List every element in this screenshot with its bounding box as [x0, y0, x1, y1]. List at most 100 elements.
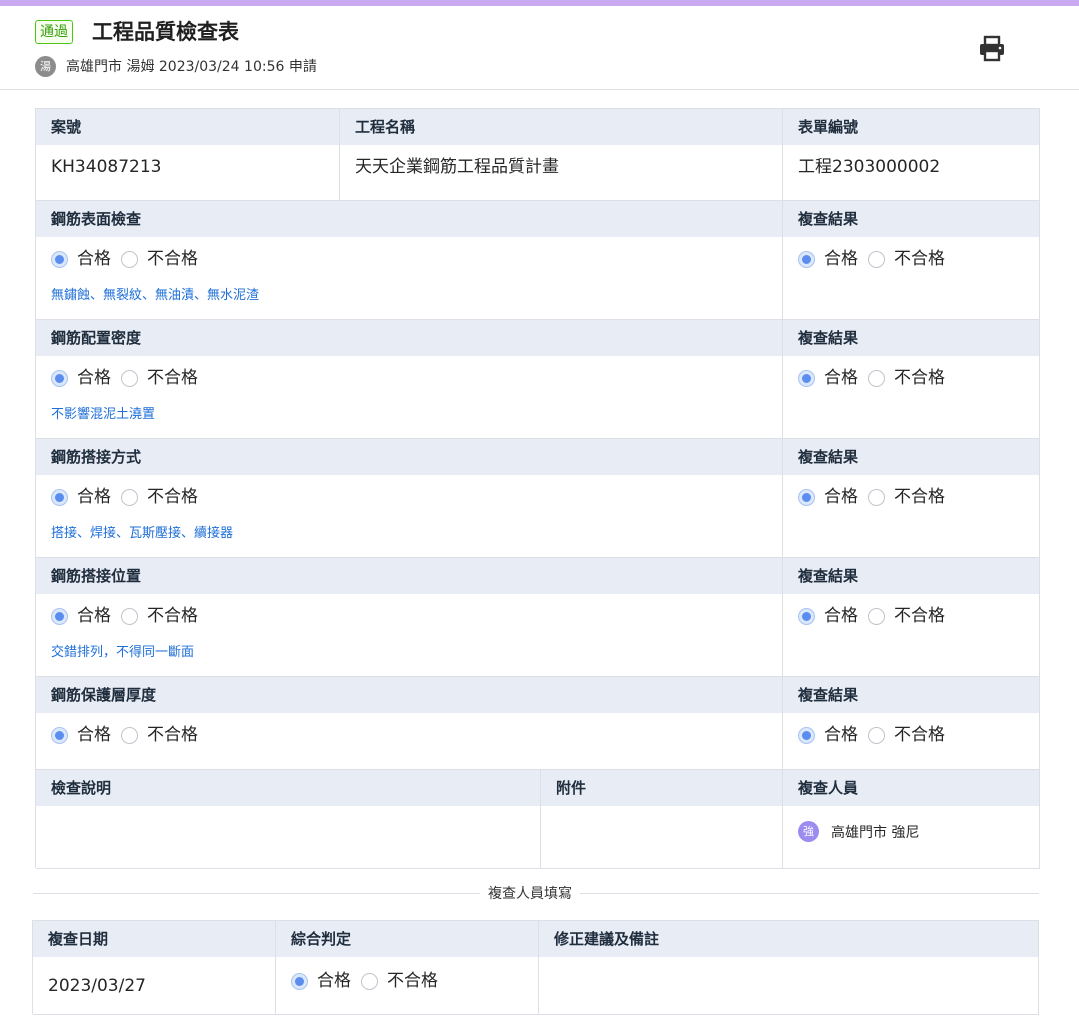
- review-pass-radio[interactable]: 合格: [798, 605, 858, 627]
- description-cell: 檢查說明: [36, 770, 541, 869]
- pass-label: 合格: [77, 725, 111, 745]
- case-no-value: KH34087213: [51, 157, 162, 177]
- printer-icon[interactable]: [976, 34, 1008, 64]
- fail-label: 不合格: [387, 971, 438, 991]
- pass-label: 合格: [77, 368, 111, 388]
- review-label: 複查結果: [783, 677, 1039, 713]
- form-no-label: 表單編號: [783, 109, 1039, 145]
- check-hint: 無鏽蝕、無裂紋、無油漬、無水泥渣: [51, 288, 260, 303]
- radio-checked-icon: [291, 972, 308, 990]
- inspection-table: 案號 KH34087213 工程名稱 天天企業鋼筋工程品質計畫 表單編號 工程2…: [35, 108, 1040, 869]
- review-date-label: 複查日期: [33, 921, 275, 957]
- radio-checked-icon: [798, 250, 815, 268]
- check-item: 鋼筋搭接位置 合格 不合格 交錯排列，不得同一斷面: [36, 558, 783, 677]
- radio-unchecked-icon: [121, 607, 138, 625]
- pass-radio[interactable]: 合格: [51, 486, 111, 508]
- review-radio-group: 合格 不合格: [798, 605, 955, 627]
- reviewer-avatar: 強: [798, 821, 819, 842]
- review-fail-radio[interactable]: 不合格: [868, 248, 945, 270]
- section-divider-label: 複查人員填寫: [480, 884, 580, 904]
- pass-label: 合格: [824, 249, 858, 269]
- reviewer-info: 強 高雄門市 強尼: [798, 821, 919, 842]
- review-label: 複查結果: [783, 439, 1039, 475]
- review-date-value: 2023/03/27: [48, 976, 146, 996]
- fail-label: 不合格: [894, 606, 945, 626]
- review-fail-radio[interactable]: 不合格: [868, 724, 945, 746]
- review-fail-radio[interactable]: 不合格: [868, 486, 945, 508]
- judgement-label: 綜合判定: [276, 921, 538, 957]
- radio-unchecked-icon: [121, 488, 138, 506]
- form-no-value: 工程2303000002: [798, 157, 941, 177]
- review-radio-group: 合格 不合格: [798, 248, 955, 270]
- review-cell: 複查結果 合格 不合格: [783, 558, 1040, 677]
- pass-label: 合格: [824, 725, 858, 745]
- fail-label: 不合格: [894, 487, 945, 507]
- page-title: 工程品質檢查表: [92, 20, 239, 44]
- pass-radio[interactable]: 合格: [51, 724, 111, 746]
- radio-checked-icon: [51, 726, 68, 744]
- check-label: 鋼筋搭接位置: [36, 558, 782, 594]
- fail-radio[interactable]: 不合格: [121, 724, 198, 746]
- check-item: 鋼筋表面檢查 合格 不合格 無鏽蝕、無裂紋、無油漬、無水泥渣: [36, 201, 783, 320]
- check-label: 鋼筋搭接方式: [36, 439, 782, 475]
- radio-checked-icon: [51, 250, 68, 268]
- check-item: 鋼筋保護層厚度 合格 不合格: [36, 677, 783, 770]
- review-pass-radio[interactable]: 合格: [798, 724, 858, 746]
- fail-label: 不合格: [894, 249, 945, 269]
- pass-label: 合格: [824, 487, 858, 507]
- fail-radio[interactable]: 不合格: [121, 486, 198, 508]
- review-fail-radio[interactable]: 不合格: [868, 367, 945, 389]
- radio-unchecked-icon: [868, 488, 885, 506]
- fail-radio[interactable]: 不合格: [121, 605, 198, 627]
- check-item: 鋼筋配置密度 合格 不合格 不影響混泥土澆置: [36, 320, 783, 439]
- fail-label: 不合格: [894, 368, 945, 388]
- review-pass-radio[interactable]: 合格: [798, 248, 858, 270]
- fail-radio[interactable]: 不合格: [121, 248, 198, 270]
- check-hint: 不影響混泥土澆置: [51, 407, 156, 422]
- reviewer-fill-table: 複查日期 2023/03/27 綜合判定 合格 不合格 修正建議及備註: [32, 920, 1039, 1015]
- project-cell: 工程名稱 天天企業鋼筋工程品質計畫: [340, 109, 783, 201]
- description-label: 檢查說明: [36, 770, 540, 806]
- radio-unchecked-icon: [361, 972, 378, 990]
- judgement-pass-radio[interactable]: 合格: [291, 970, 351, 992]
- pass-radio[interactable]: 合格: [51, 248, 111, 270]
- radio-checked-icon: [51, 369, 68, 387]
- review-label: 複查結果: [783, 201, 1039, 237]
- check-hint: 交錯排列，不得同一斷面: [51, 645, 195, 660]
- review-cell: 複查結果 合格 不合格: [783, 439, 1040, 558]
- pass-label: 合格: [77, 249, 111, 269]
- fail-label: 不合格: [894, 725, 945, 745]
- fail-label: 不合格: [147, 606, 198, 626]
- project-label: 工程名稱: [340, 109, 782, 145]
- radio-unchecked-icon: [121, 726, 138, 744]
- review-pass-radio[interactable]: 合格: [798, 367, 858, 389]
- review-cell: 複查結果 合格 不合格: [783, 201, 1040, 320]
- case-no-label: 案號: [36, 109, 339, 145]
- pass-radio[interactable]: 合格: [51, 367, 111, 389]
- pass-radio[interactable]: 合格: [51, 605, 111, 627]
- applicant-avatar: 湯: [35, 56, 56, 77]
- remarks-label: 修正建議及備註: [539, 921, 1038, 957]
- judgement-fail-radio[interactable]: 不合格: [361, 970, 438, 992]
- applicant-info: 高雄門市 湯姆 2023/03/24 10:56 申請: [66, 59, 317, 75]
- radio-checked-icon: [798, 607, 815, 625]
- radio-unchecked-icon: [868, 607, 885, 625]
- review-fail-radio[interactable]: 不合格: [868, 605, 945, 627]
- judgement-radio-group: 合格 不合格: [291, 970, 448, 992]
- review-date-cell: 複查日期 2023/03/27: [33, 921, 276, 1015]
- fail-radio[interactable]: 不合格: [121, 367, 198, 389]
- radio-unchecked-icon: [121, 250, 138, 268]
- attachment-cell: 附件: [541, 770, 783, 869]
- case-no-cell: 案號 KH34087213: [36, 109, 340, 201]
- review-label: 複查結果: [783, 558, 1039, 594]
- check-label: 鋼筋保護層厚度: [36, 677, 782, 713]
- result-radio-group: 合格 不合格: [51, 248, 208, 270]
- review-pass-radio[interactable]: 合格: [798, 486, 858, 508]
- reviewer-label: 複查人員: [783, 770, 1039, 806]
- review-label: 複查結果: [783, 320, 1039, 356]
- check-hint: 搭接、焊接、瓦斯壓接、續接器: [51, 526, 234, 541]
- result-radio-group: 合格 不合格: [51, 367, 208, 389]
- check-item: 鋼筋搭接方式 合格 不合格 搭接、焊接、瓦斯壓接、續接器: [36, 439, 783, 558]
- radio-unchecked-icon: [868, 369, 885, 387]
- review-radio-group: 合格 不合格: [798, 486, 955, 508]
